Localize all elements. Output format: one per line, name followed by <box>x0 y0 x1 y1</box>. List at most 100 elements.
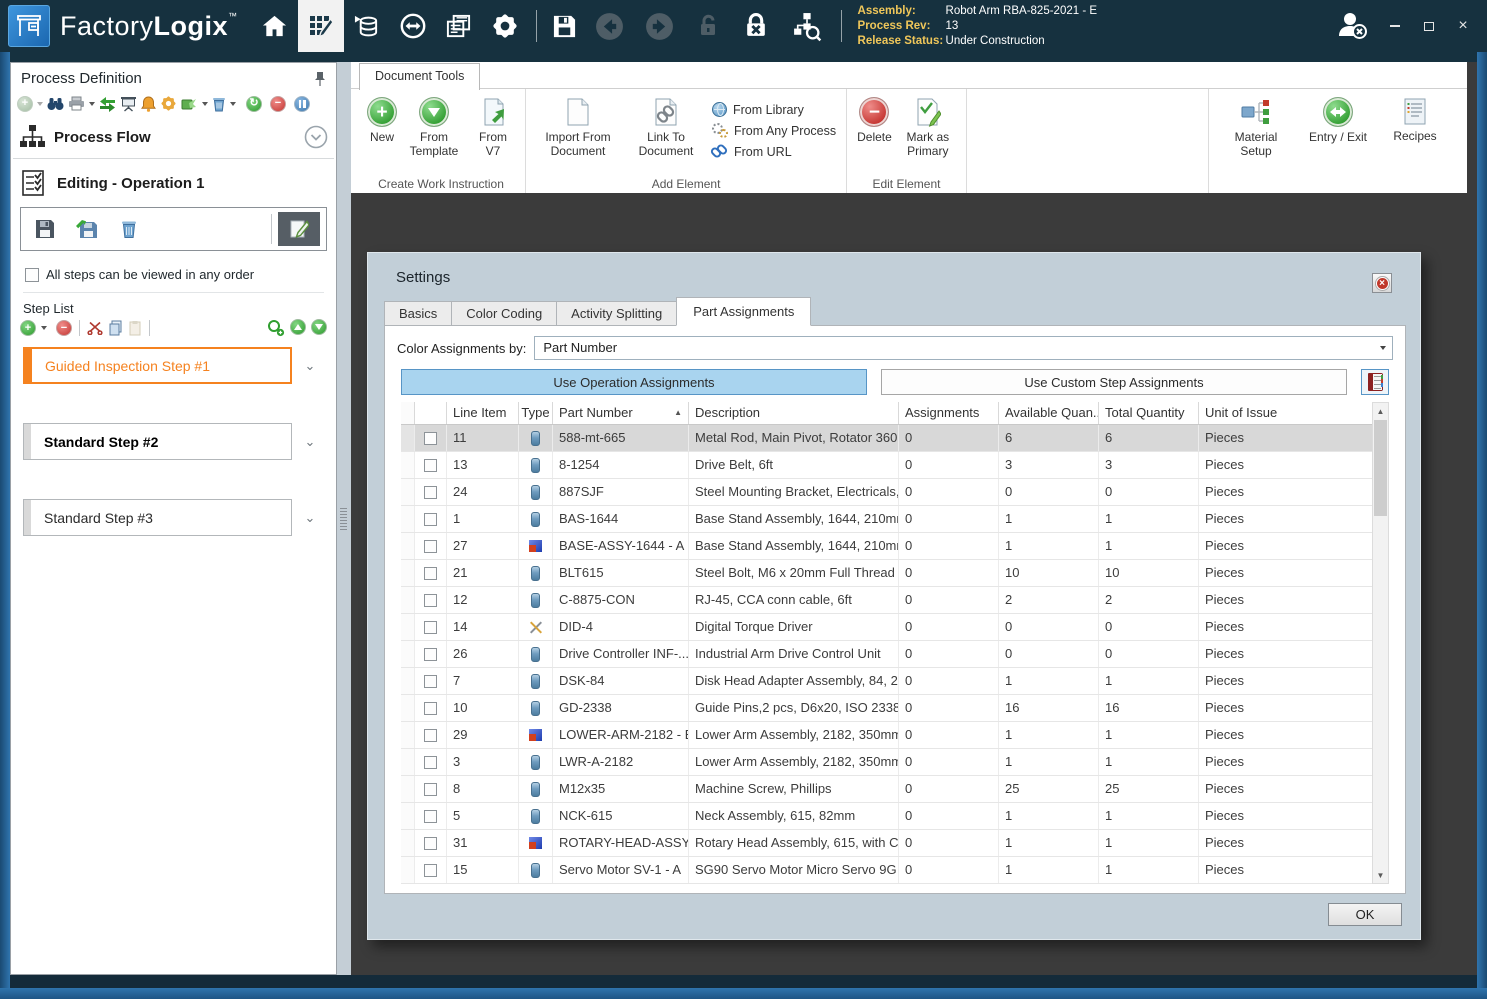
process-editor-icon[interactable] <box>297 0 344 52</box>
table-row[interactable]: 8 M12x35 Machine Screw, Phillips 0 25 25… <box>401 776 1372 803</box>
notification-bell-icon[interactable] <box>141 95 156 112</box>
row-checkbox[interactable] <box>424 539 437 553</box>
row-checkbox[interactable] <box>424 728 437 742</box>
pin-icon[interactable] <box>314 71 326 87</box>
material-setup-button[interactable]: Material Setup <box>1225 95 1287 159</box>
header-checkbox-column[interactable] <box>415 402 447 424</box>
header-part-number[interactable]: Part Number ▲ <box>553 402 689 424</box>
print-dropdown-icon[interactable] <box>89 101 95 106</box>
scroll-up-icon[interactable]: ▲ <box>1373 403 1388 419</box>
sync-transfer-icon[interactable] <box>390 0 436 52</box>
row-checkbox[interactable] <box>424 674 437 688</box>
step-expand-chevron-icon[interactable]: ⌄ <box>292 510 328 526</box>
add-operation-icon[interactable]: + <box>17 95 33 112</box>
new-work-instruction-button[interactable]: + New <box>367 95 397 144</box>
table-row[interactable]: 3 LWR-A-2182 Lower Arm Assembly, 2182, 3… <box>401 749 1372 776</box>
table-row[interactable]: 15 Servo Motor SV-1 - A SG90 Servo Motor… <box>401 857 1372 884</box>
remove-step-icon[interactable]: − <box>56 320 72 336</box>
step-expand-chevron-icon[interactable]: ⌄ <box>292 434 328 450</box>
header-available-quantity[interactable]: Available Quan... <box>999 402 1099 424</box>
table-row[interactable]: 24 887SJF Steel Mounting Bracket, Electr… <box>401 479 1372 506</box>
table-scrollbar[interactable]: ▲ ▼ <box>1372 402 1389 884</box>
undo-back-icon[interactable] <box>585 0 635 52</box>
assignments-report-button[interactable] <box>1361 369 1389 395</box>
process-settings-icon[interactable] <box>160 95 177 112</box>
panel-splitter[interactable] <box>337 62 351 975</box>
table-row[interactable]: 29 LOWER-ARM-2182 - B Lower Arm Assembly… <box>401 722 1372 749</box>
export-dropdown-icon[interactable] <box>202 101 208 106</box>
collapse-circle-icon[interactable] <box>304 125 328 149</box>
delete-process-icon[interactable] <box>212 96 226 112</box>
minimize-button[interactable] <box>1381 13 1409 39</box>
save-icon[interactable] <box>545 0 585 52</box>
presentation-icon[interactable] <box>120 96 137 112</box>
data-import-icon[interactable] <box>344 0 390 52</box>
table-row[interactable]: 31 ROTARY-HEAD-ASSY... Rotary Head Assem… <box>401 830 1372 857</box>
row-checkbox[interactable] <box>424 431 437 445</box>
settings-gear-icon[interactable] <box>482 0 528 52</box>
close-button[interactable]: × <box>1449 13 1477 39</box>
scroll-down-icon[interactable]: ▼ <box>1373 867 1388 883</box>
unlock-icon[interactable] <box>685 0 731 52</box>
table-row[interactable]: 7 DSK-84 Disk Head Adapter Assembly, 84,… <box>401 668 1372 695</box>
table-row[interactable]: 1 BAS-1644 Base Stand Assembly, 1644, 21… <box>401 506 1372 533</box>
header-unit-of-issue[interactable]: Unit of Issue <box>1199 402 1372 424</box>
pause-icon[interactable] <box>294 95 310 112</box>
delete-dropdown-icon[interactable] <box>230 101 236 106</box>
add-step-dropdown-icon[interactable] <box>41 326 47 330</box>
header-total-quantity[interactable]: Total Quantity <box>1099 402 1199 424</box>
table-row[interactable]: 27 BASE-ASSY-1644 - A Base Stand Assembl… <box>401 533 1372 560</box>
delete-element-button[interactable]: − Delete <box>857 95 892 144</box>
scrollbar-thumb[interactable] <box>1374 420 1387 516</box>
add-step-icon[interactable]: + <box>20 320 36 336</box>
from-template-button[interactable]: From Template <box>405 95 463 159</box>
paste-icon[interactable] <box>128 320 142 336</box>
find-step-icon[interactable] <box>267 319 285 337</box>
dialog-close-button[interactable]: × <box>1372 273 1392 293</box>
tab-color-coding[interactable]: Color Coding <box>451 301 558 326</box>
header-line-item[interactable]: Line Item <box>447 402 519 424</box>
header-type[interactable]: Type <box>519 402 553 424</box>
redo-forward-icon[interactable] <box>635 0 685 52</box>
row-checkbox[interactable] <box>424 512 437 526</box>
use-operation-assignments-button[interactable]: Use Operation Assignments <box>401 369 867 395</box>
tab-part-assignments[interactable]: Part Assignments <box>676 297 812 326</box>
row-checkbox[interactable] <box>424 566 437 580</box>
from-v7-button[interactable]: From V7 <box>471 95 515 159</box>
sync-process-icon[interactable] <box>99 96 116 112</box>
header-description[interactable]: Description <box>689 402 899 424</box>
step-card[interactable]: Standard Step #2 <box>23 423 292 460</box>
table-row[interactable]: 10 GD-2338 Guide Pins,2 pcs, D6x20, ISO … <box>401 695 1372 722</box>
table-row[interactable]: 5 NCK-615 Neck Assembly, 615, 82mm 0 1 1… <box>401 803 1372 830</box>
delete-operation-icon[interactable] <box>111 213 147 245</box>
color-assignments-select[interactable]: Part Number <box>534 336 1393 360</box>
mark-as-primary-button[interactable]: Mark as Primary <box>900 95 956 159</box>
documents-icon[interactable] <box>436 0 482 52</box>
from-url-button[interactable]: From URL <box>709 142 836 160</box>
tab-basics[interactable]: Basics <box>384 301 453 326</box>
table-row[interactable]: 14 DID-4 Digital Torque Driver 0 0 0 Pie… <box>401 614 1372 641</box>
row-checkbox[interactable] <box>424 836 437 850</box>
row-checkbox[interactable] <box>424 782 437 796</box>
print-icon[interactable] <box>68 96 85 111</box>
header-assignments[interactable]: Assignments <box>899 402 999 424</box>
move-step-up-icon[interactable] <box>290 319 306 335</box>
find-icon[interactable] <box>47 96 64 111</box>
table-row[interactable]: 11 588-mt-665 Metal Rod, Main Pivot, Rot… <box>401 425 1372 452</box>
move-step-down-icon[interactable] <box>311 319 327 335</box>
home-icon[interactable] <box>252 0 298 52</box>
ok-button[interactable]: OK <box>1328 903 1402 926</box>
row-checkbox[interactable] <box>424 485 437 499</box>
from-any-process-button[interactable]: From Any Process <box>712 123 836 138</box>
table-row[interactable]: 26 Drive Controller INF-... Industrial A… <box>401 641 1372 668</box>
tab-activity-splitting[interactable]: Activity Splitting <box>556 301 678 326</box>
remove-icon[interactable]: − <box>270 95 286 112</box>
table-row[interactable]: 21 BLT615 Steel Bolt, M6 x 20mm Full Thr… <box>401 560 1372 587</box>
process-flow-row[interactable]: Process Flow <box>11 118 336 158</box>
table-row[interactable]: 13 8-1254 Drive Belt, 6ft 0 3 3 Pieces <box>401 452 1372 479</box>
lock-discard-icon[interactable] <box>731 0 781 52</box>
row-checkbox[interactable] <box>424 809 437 823</box>
save-as-template-icon[interactable] <box>69 213 105 245</box>
add-dropdown-icon[interactable] <box>37 101 43 106</box>
import-from-document-button[interactable]: Import From Document <box>536 95 620 159</box>
